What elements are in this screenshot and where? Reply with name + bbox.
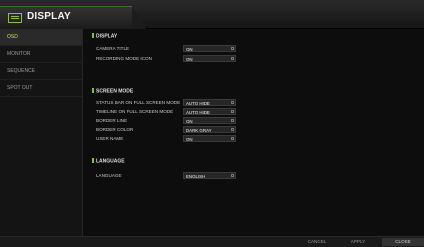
- language-label: LANGUAGE: [96, 173, 122, 178]
- sidebar-item-monitor[interactable]: MONITOR: [0, 46, 82, 63]
- section-title-language: LANGUAGE: [92, 158, 125, 165]
- recording-mode-icon-select[interactable]: ON: [183, 55, 236, 62]
- user-name-select[interactable]: ON: [183, 135, 236, 142]
- title-tab: DISPLAY: [0, 6, 146, 29]
- footer-bar: CANCEL APPLY CLOSE: [0, 236, 424, 247]
- section-title-text: DISPLAY: [96, 33, 118, 40]
- dropdown-arrow-icon: [231, 137, 234, 140]
- window-title: DISPLAY: [27, 11, 71, 22]
- border-line-value: ON: [186, 118, 193, 124]
- camera-title-label: CAMERA TITLE: [96, 46, 130, 51]
- sidebar-item-spot-out[interactable]: SPOT OUT: [0, 80, 82, 97]
- title-bar: DISPLAY: [0, 0, 424, 29]
- border-line-label: BORDER LINE: [96, 118, 128, 123]
- section-title-text: SCREEN MODE: [96, 88, 134, 95]
- display-icon: [8, 13, 22, 23]
- section-title-display: DISPLAY: [92, 33, 117, 40]
- settings-panel: DISPLAY CAMERA TITLE ON RECORDING MODE I…: [83, 29, 424, 236]
- sidebar-item-osd[interactable]: OSD: [0, 29, 82, 46]
- apply-button[interactable]: APPLY: [333, 239, 383, 244]
- dropdown-arrow-icon: [231, 174, 234, 177]
- recording-mode-icon-label: RECORDING MODE ICON: [96, 56, 152, 61]
- dropdown-arrow-icon: [231, 119, 234, 122]
- language-select[interactable]: ENGLISH: [183, 172, 236, 179]
- status-bar-full-screen-value: AUTO HIDE: [186, 100, 210, 106]
- dropdown-arrow-icon: [231, 101, 234, 104]
- status-bar-full-screen-label: STATUS BAR ON FULL SCREEN MODE: [96, 100, 181, 105]
- border-color-value: DARK GRAY: [186, 127, 212, 133]
- border-color-label: BORDER COLOR: [96, 127, 134, 132]
- timeline-full-screen-value: AUTO HIDE: [186, 109, 210, 115]
- section-marker: [92, 158, 94, 163]
- recording-mode-icon-value: ON: [186, 56, 193, 62]
- dropdown-arrow-icon: [231, 128, 234, 131]
- border-line-select[interactable]: ON: [183, 117, 236, 124]
- sidebar-item-sequence[interactable]: SEQUENCE: [0, 63, 82, 80]
- status-bar-full-screen-select[interactable]: AUTO HIDE: [183, 99, 236, 106]
- camera-title-value: ON: [186, 46, 193, 52]
- border-color-select[interactable]: DARK GRAY: [183, 126, 236, 133]
- user-name-label: USER NAME: [96, 136, 124, 141]
- section-marker: [92, 33, 94, 38]
- display-settings-window: DISPLAY OSD MONITOR SEQUENCE SPOT OUT DI…: [0, 0, 424, 247]
- section-title-text: LANGUAGE: [96, 158, 125, 165]
- timeline-full-screen-label: TIMELINE ON FULL SCREEN MODE: [96, 109, 174, 114]
- dropdown-arrow-icon: [231, 57, 234, 60]
- section-marker: [92, 88, 94, 93]
- section-title-screen-mode: SCREEN MODE: [92, 88, 133, 95]
- language-value: ENGLISH: [186, 173, 206, 179]
- dropdown-arrow-icon: [231, 110, 234, 113]
- dropdown-arrow-icon: [231, 47, 234, 50]
- user-name-value: ON: [186, 136, 193, 142]
- sidebar: OSD MONITOR SEQUENCE SPOT OUT: [0, 29, 83, 236]
- close-button[interactable]: CLOSE: [382, 238, 424, 246]
- timeline-full-screen-select[interactable]: AUTO HIDE: [183, 108, 236, 115]
- camera-title-select[interactable]: ON: [183, 45, 236, 52]
